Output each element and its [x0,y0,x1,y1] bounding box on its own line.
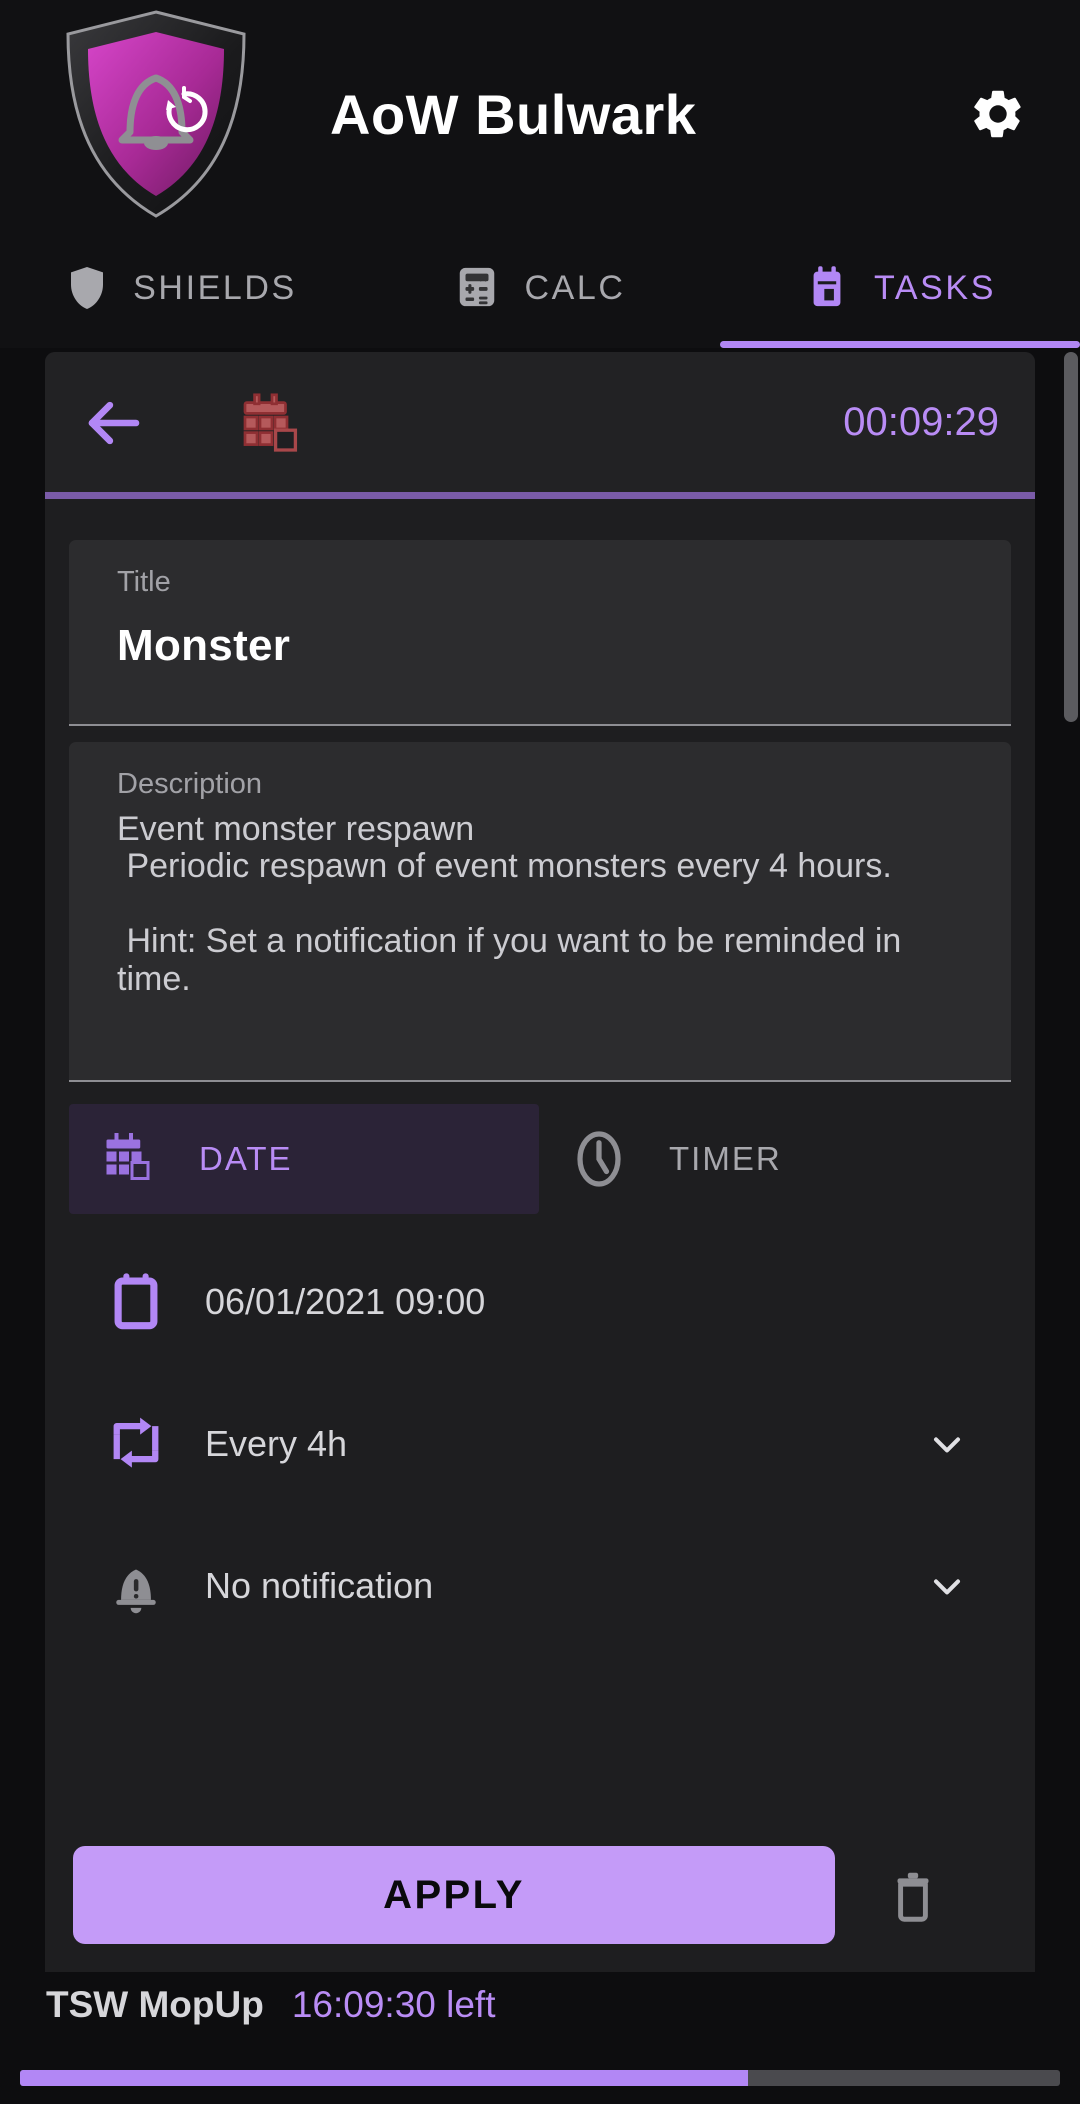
schedule-mode-tabs: DATE TIMER [69,1104,1011,1214]
tab-tasks-label: TASKS [874,268,996,307]
chevron-down-icon[interactable] [925,1564,969,1608]
gear-icon[interactable] [958,74,1038,154]
shield-bell-clock-logo [58,8,254,220]
chevron-down-icon[interactable] [925,1422,969,1466]
status-time-left: 16:09:30 left [291,1984,496,2025]
main-tabbar: SHIELDS CALC TASKS [0,228,1080,348]
tab-shields-label: SHIELDS [133,268,297,307]
description-input[interactable]: Event monster respawn Periodic respawn o… [69,801,1011,998]
row-datetime-label: 06/01/2021 09:00 [205,1281,486,1322]
status-bar: TSW MopUp 16:09:30 left [0,1972,1080,2104]
schedule-mode-date[interactable]: DATE [69,1104,539,1214]
clock-icon [565,1125,633,1193]
editor-countdown: 00:09:29 [843,399,999,444]
calculator-icon [454,264,502,312]
tab-shields[interactable]: SHIELDS [0,228,360,348]
trash-icon[interactable] [867,1850,959,1942]
editor-action-bar: APPLY [45,1822,1035,1972]
editor-progress-rule [45,492,1035,499]
repeat-icon [99,1407,173,1481]
calendar-icon [804,264,852,312]
schedule-mode-timer-label: TIMER [669,1140,782,1177]
app-header: AoW Bulwark [0,0,1080,228]
tab-calc[interactable]: CALC [360,228,720,348]
calendar-multi-icon [95,1125,163,1193]
title-field-label: Title [117,566,171,598]
status-progress-track [20,2070,1060,2086]
row-repeat[interactable]: Every 4h [69,1374,1011,1514]
row-datetime[interactable]: 06/01/2021 09:00 [69,1232,1011,1372]
shield-icon [63,264,111,312]
title-input[interactable]: Monster [69,599,1011,671]
apply-button[interactable]: APPLY [73,1846,835,1944]
app-root: AoW Bulwark SHIELDS CALC TASKS 00:09:29 … [0,0,1080,2104]
schedule-mode-timer[interactable]: TIMER [539,1104,1009,1214]
scrollbar-thumb[interactable] [1064,352,1078,722]
calendar-event-icon [233,387,311,465]
status-task-name: TSW MopUp [46,1984,264,2025]
arrow-left-icon[interactable] [73,382,155,464]
description-field-underline [69,1080,1011,1082]
status-row: TSW MopUp 16:09:30 left [46,1984,496,2026]
tab-active-underline [720,341,1080,348]
status-progress-fill [20,2070,748,2086]
tab-tasks[interactable]: TASKS [720,228,1080,348]
row-notification[interactable]: No notification [69,1516,1011,1656]
bell-off-icon [99,1549,173,1623]
row-repeat-label: Every 4h [205,1423,348,1464]
title-field[interactable]: Title Monster [69,540,1011,726]
description-field[interactable]: Description Event monster respawn Period… [69,742,1011,1082]
task-editor-toolbar: 00:09:29 [45,352,1035,492]
title-field-underline [69,724,1011,726]
row-notification-label: No notification [205,1565,434,1606]
description-field-label: Description [117,768,263,800]
task-editor-sheet: 00:09:29 Title Monster Description Event… [45,352,1035,1972]
page-title: AoW Bulwark [330,82,697,146]
tab-calc-label: CALC [524,268,626,307]
schedule-mode-date-label: DATE [199,1140,293,1177]
calendar-outline-icon [99,1265,173,1339]
